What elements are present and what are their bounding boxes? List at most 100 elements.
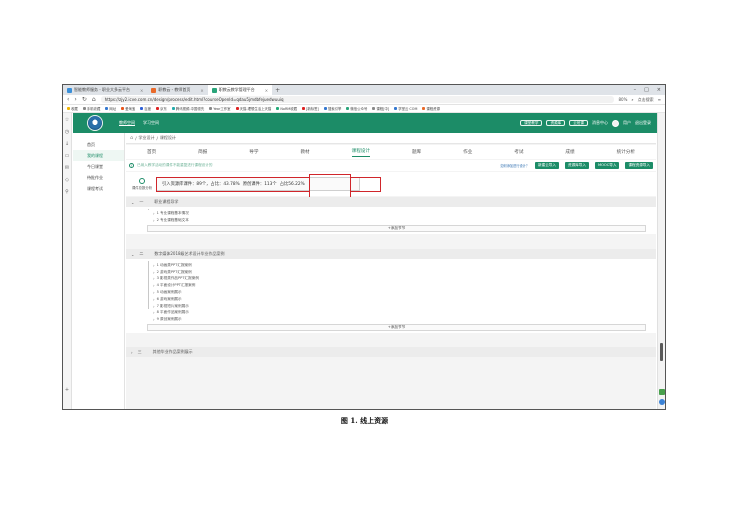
tab-statistics[interactable]: 统计分析 bbox=[617, 149, 635, 155]
game-icon[interactable]: ◇ bbox=[65, 177, 69, 183]
chapter-header[interactable]: ⌄ 二 数字媒体2018级艺术设计毕业作品案例 bbox=[126, 249, 656, 259]
bookmark-item[interactable]: 课程资源 bbox=[422, 106, 440, 111]
tab-home[interactable]: 首页 bbox=[147, 149, 156, 155]
list-item[interactable]: › 4 平面设计PPT汇报案例 bbox=[153, 282, 656, 289]
bookmark-item[interactable]: 学堂云 COM bbox=[394, 106, 417, 111]
tab-course-design[interactable]: 课程设计 bbox=[351, 148, 370, 157]
close-icon[interactable]: × bbox=[265, 88, 268, 93]
close-icon[interactable]: × bbox=[200, 88, 203, 93]
avatar[interactable] bbox=[612, 119, 619, 127]
browser-tab[interactable]: 智能教师服务 - 职业大多云平台 × bbox=[63, 85, 147, 95]
cart-icon[interactable]: ⚲ bbox=[65, 189, 69, 195]
bookmark-item[interactable]: 京东 bbox=[156, 106, 167, 111]
breadcrumb-current: 课程设计 bbox=[159, 135, 176, 140]
browser-tab-bar: 智能教师服务 - 职业大多云平台 × 职教云 - 教师首页 × 职教云教学管理平… bbox=[63, 85, 665, 95]
sidebar-item-exam[interactable]: 课程考试 bbox=[73, 183, 124, 194]
tab-guide[interactable]: 导学 bbox=[249, 149, 258, 155]
bookmark-item[interactable]: 腾讯视频-中国领先 bbox=[171, 106, 204, 111]
download-icon[interactable]: ↓ bbox=[65, 141, 69, 147]
close-icon[interactable]: × bbox=[140, 88, 143, 93]
minimize-icon[interactable]: – bbox=[634, 87, 637, 93]
list-item[interactable]: › 9 原创案例展示 bbox=[153, 316, 656, 323]
bookmark-item[interactable]: Year工作室 bbox=[209, 106, 231, 111]
forward-icon[interactable]: › bbox=[74, 96, 76, 103]
highlight-box-ratio bbox=[350, 177, 381, 192]
note-icon[interactable]: ▭ bbox=[65, 153, 70, 159]
nav-teacher-space[interactable]: 教师空间 bbox=[119, 120, 135, 126]
import-button[interactable]: 资源库导入 bbox=[565, 162, 589, 169]
tab-homework[interactable]: 作业 bbox=[463, 149, 472, 155]
help-link[interactable]: 如何添加进行设计？ bbox=[500, 163, 529, 168]
message-center[interactable]: 消息中心 bbox=[592, 120, 608, 126]
history-icon[interactable]: ◷ bbox=[65, 129, 69, 135]
user-name[interactable]: 用户 bbox=[623, 120, 631, 126]
maximize-icon[interactable]: □ bbox=[644, 87, 649, 93]
browser-tab[interactable]: 职教云 - 教师首页 × bbox=[147, 85, 207, 95]
header-button[interactable]: 课堂教学 bbox=[520, 120, 543, 126]
bookmark-item[interactable]: 网址 bbox=[105, 106, 116, 111]
bookmark-item[interactable]: 百度 bbox=[140, 106, 151, 111]
mail-icon[interactable]: ✉ bbox=[65, 165, 69, 171]
url-input[interactable]: https://zjy2.icve.com.cn/design/process/… bbox=[100, 96, 614, 103]
star-icon[interactable]: ☆ bbox=[65, 117, 69, 123]
zoom-level[interactable]: 80% bbox=[619, 97, 628, 102]
sidebar-item-my-courses[interactable]: 我的课程 bbox=[73, 150, 124, 161]
breadcrumb-root[interactable]: 学业设计 bbox=[139, 135, 155, 141]
tab-question-bank[interactable]: 题库 bbox=[412, 149, 421, 155]
add-icon[interactable]: + bbox=[65, 387, 69, 393]
list-item[interactable]: › 5 动画案例展示 bbox=[153, 289, 656, 296]
chevron-down-icon[interactable]: ⌄ bbox=[131, 252, 134, 257]
new-tab-button[interactable]: + bbox=[272, 85, 283, 95]
shield-icon[interactable] bbox=[659, 389, 665, 395]
bookmark-item[interactable]: NoRM收藏 bbox=[276, 106, 297, 111]
search-icon[interactable]: ⌕ bbox=[631, 97, 633, 102]
breadcrumb-sep: / bbox=[135, 135, 137, 141]
bookmark-item[interactable]: 课程[中] bbox=[372, 106, 389, 111]
add-section-button[interactable]: +添加节节 bbox=[147, 324, 646, 332]
list-item[interactable]: › 8 平面作品案例展示 bbox=[153, 310, 656, 317]
bookmark-item[interactable]: 收藏 bbox=[67, 106, 78, 111]
refresh-icon[interactable]: ↻ bbox=[82, 96, 87, 103]
chapter-header[interactable]: › 三 其他毕业作品案例展示 bbox=[126, 347, 656, 357]
bookmark-item[interactable]: [新标签] bbox=[302, 106, 319, 111]
list-item[interactable]: › 1 专业课程基本情况 bbox=[153, 210, 656, 217]
chevron-right-icon[interactable]: › bbox=[131, 350, 133, 355]
list-item[interactable]: › 7 影视短片案例展示 bbox=[153, 303, 656, 310]
scrollbar-thumb[interactable] bbox=[660, 343, 663, 361]
tab-brief[interactable]: 简报 bbox=[198, 149, 207, 155]
header-button[interactable]: 资源库 bbox=[546, 120, 566, 126]
tab-grades[interactable]: 成绩 bbox=[565, 149, 574, 155]
list-item[interactable]: › 2 专业课程基础文本 bbox=[153, 217, 656, 224]
nav-learning-space[interactable]: 学习空间 bbox=[143, 120, 159, 126]
chapter-header[interactable]: ⌄ 一 职业课程导学 bbox=[126, 197, 656, 207]
logout-link[interactable]: 退出登录 bbox=[635, 120, 651, 126]
list-item[interactable]: › 6 游戏案例展示 bbox=[153, 296, 656, 303]
import-button[interactable]: 新建云导入 bbox=[535, 162, 559, 169]
bookmark-item[interactable]: 天猫-理想生活上天猫 bbox=[235, 106, 271, 111]
search-hint[interactable]: 点击搜索 bbox=[638, 97, 654, 103]
bookmark-item[interactable]: 微信公众号 bbox=[346, 106, 367, 111]
import-button[interactable]: 课程资源导入 bbox=[625, 162, 653, 169]
sidebar-item-today-class[interactable]: 今日课堂 bbox=[73, 161, 124, 172]
header-button[interactable]: 云班课 bbox=[569, 120, 588, 126]
tab-exam[interactable]: 考试 bbox=[514, 149, 523, 155]
home-icon[interactable]: ⌂ bbox=[92, 96, 96, 103]
list-item[interactable]: › 1 动画类PPT汇报案例 bbox=[153, 262, 656, 269]
sidebar-item-homework[interactable]: 待批作业 bbox=[73, 172, 124, 183]
chevron-down-icon[interactable]: ⌄ bbox=[131, 200, 134, 205]
browser-tab-active[interactable]: 职教云教学管理平台 × bbox=[207, 85, 273, 95]
menu-icon[interactable]: ≡ bbox=[658, 97, 661, 102]
back-icon[interactable]: ‹ bbox=[67, 96, 69, 103]
bookmark-item[interactable]: 搜索引擎 bbox=[323, 106, 341, 111]
sidebar-item-home[interactable]: 首页 bbox=[73, 139, 124, 150]
add-section-button[interactable]: +添加节节 bbox=[147, 224, 646, 232]
import-button[interactable]: MOOC导入 bbox=[594, 162, 620, 169]
home-icon[interactable]: ⌂ bbox=[130, 135, 133, 141]
tab-textbook[interactable]: 教材 bbox=[300, 149, 309, 155]
list-item[interactable]: › 2 游戏类PPT汇报案例 bbox=[153, 269, 656, 276]
bookmark-item[interactable]: 手机收藏 bbox=[82, 106, 100, 111]
list-item[interactable]: › 3 影视类作品PPT汇报案例 bbox=[153, 276, 656, 283]
bookmark-item[interactable]: 爱淘宝 bbox=[121, 106, 135, 111]
close-window-icon[interactable]: × bbox=[657, 87, 661, 93]
help-icon[interactable] bbox=[659, 399, 665, 405]
